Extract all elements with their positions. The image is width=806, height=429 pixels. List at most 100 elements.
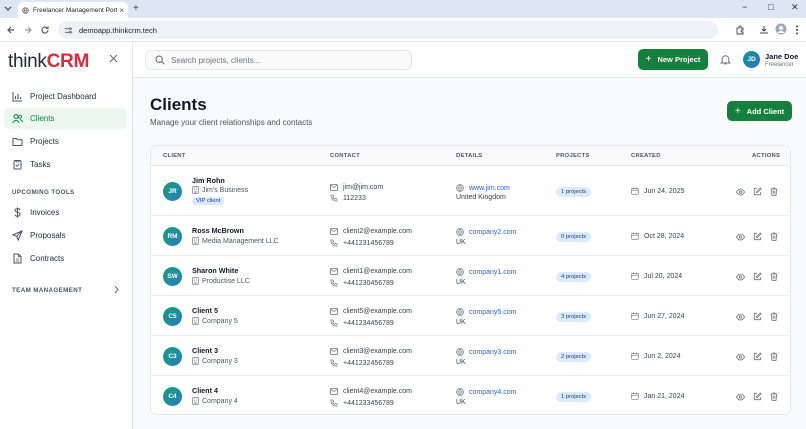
delete-icon[interactable]: [770, 232, 778, 241]
client-avatar[interactable]: JR: [163, 182, 182, 201]
client-website[interactable]: www.jim.com: [456, 184, 510, 192]
bar-chart-icon: [12, 91, 23, 102]
company-name: Media Management LLC: [202, 237, 279, 245]
extensions-icon[interactable]: [735, 25, 745, 35]
view-icon[interactable]: [736, 393, 745, 401]
client-website[interactable]: company5.com: [456, 308, 516, 316]
view-icon[interactable]: [736, 353, 745, 361]
reload-icon[interactable]: [40, 25, 50, 35]
delete-icon[interactable]: [770, 187, 778, 196]
client-avatar[interactable]: C3: [163, 347, 182, 366]
close-window-icon[interactable]: ✕: [791, 2, 799, 13]
sidebar-item-tasks[interactable]: Tasks: [4, 154, 127, 175]
website-link[interactable]: www.jim.com: [469, 185, 510, 192]
browser-tab[interactable]: Freelancer Management Portal ×: [18, 2, 128, 18]
delete-icon[interactable]: [770, 312, 778, 321]
client-name[interactable]: Client 3: [192, 346, 218, 355]
website-link[interactable]: company3.com: [469, 349, 516, 356]
sidebar-item-contracts[interactable]: Contracts: [4, 248, 127, 269]
view-icon[interactable]: [736, 273, 745, 281]
add-client-button[interactable]: + Add Client: [727, 101, 792, 121]
sidebar-item-proposals[interactable]: Proposals: [4, 225, 127, 246]
edit-icon[interactable]: [753, 232, 762, 241]
website-link[interactable]: company1.com: [469, 269, 516, 276]
created-date: Oct 28, 2024: [631, 232, 684, 240]
document-icon: [12, 253, 23, 264]
url-field[interactable]: demoapp.thinkcrm.tech: [58, 21, 718, 39]
clients-table: CLIENT CONTACT DETAILS PROJECTS CREATED …: [150, 145, 791, 415]
email-text: client1@example.com: [343, 268, 412, 275]
building-icon: [192, 397, 199, 405]
delete-icon[interactable]: [770, 352, 778, 361]
phone-icon: [330, 399, 338, 407]
client-name[interactable]: Jim Rohn: [192, 176, 225, 185]
minimize-icon[interactable]: −: [742, 2, 747, 12]
logo[interactable]: thinkCRM: [8, 51, 89, 73]
client-website[interactable]: company3.com: [456, 348, 516, 356]
projects-count-badge: 4 projects: [556, 272, 592, 282]
sidebar-item-clients[interactable]: Clients: [4, 108, 127, 129]
contact-email: jim@jim.com: [330, 184, 383, 191]
website-link[interactable]: company2.com: [469, 229, 516, 236]
table-row[interactable]: C3 Client 3 Company 3 client3@example.com +4…: [151, 336, 790, 376]
client-country: UK: [456, 239, 466, 246]
client-avatar[interactable]: C4: [163, 387, 182, 406]
browser-menu-icon[interactable]: [795, 25, 799, 35]
sidebar-item-project-dashboard[interactable]: Project Dashboard: [4, 86, 127, 107]
phone-icon: [330, 239, 338, 247]
company-name: Company 4: [202, 397, 238, 405]
section-title-team-management[interactable]: TEAM MANAGEMENT: [12, 287, 82, 294]
close-sidebar-icon[interactable]: [109, 54, 118, 63]
new-tab-icon[interactable]: +: [133, 3, 139, 14]
site-info-icon[interactable]: [64, 26, 73, 35]
tab-search-icon[interactable]: [3, 3, 17, 15]
edit-icon[interactable]: [753, 272, 762, 281]
client-name[interactable]: Sharon White: [192, 266, 238, 275]
client-name[interactable]: Client 4: [192, 386, 218, 395]
table-row[interactable]: JR Jim Rohn Jim's Business VIP client jim@ji…: [151, 167, 790, 216]
table-row[interactable]: RM Ross McBrown Media Management LLC client…: [151, 216, 790, 256]
created-text: Jun 2, 2024: [644, 352, 681, 360]
column-header-actions: ACTIONS: [752, 153, 781, 159]
created-date: Jun 27, 2024: [631, 312, 684, 320]
table-row[interactable]: SW Sharon White Productise LLC client1@exam…: [151, 256, 790, 296]
table-row[interactable]: C5 Client 5 Company 5 client5@example.com +4…: [151, 296, 790, 336]
edit-icon[interactable]: [753, 312, 762, 321]
tab-strip: Freelancer Management Portal × + − □ ✕: [0, 0, 806, 18]
delete-icon[interactable]: [770, 392, 778, 401]
maximize-icon[interactable]: □: [768, 2, 773, 12]
client-website[interactable]: company2.com: [456, 228, 516, 236]
edit-icon[interactable]: [753, 352, 762, 361]
website-link[interactable]: company4.com: [469, 389, 516, 396]
tab-close-icon[interactable]: ×: [119, 6, 124, 15]
forward-icon[interactable]: [23, 25, 33, 35]
user-avatar[interactable]: JD: [743, 51, 760, 68]
sidebar-item-invoices[interactable]: Invoices: [4, 202, 127, 223]
client-name[interactable]: Client 5: [192, 306, 218, 315]
search-box[interactable]: [145, 50, 412, 70]
view-icon[interactable]: [736, 233, 745, 241]
client-name[interactable]: Ross McBrown: [192, 226, 244, 235]
profile-icon[interactable]: [775, 23, 787, 35]
client-avatar[interactable]: RM: [163, 227, 182, 246]
building-icon: [192, 186, 199, 194]
table-row[interactable]: C4 Client 4 Company 4 client4@example.com +4…: [151, 376, 790, 414]
chevron-right-icon[interactable]: [113, 285, 120, 294]
client-website[interactable]: company4.com: [456, 388, 516, 396]
new-project-button[interactable]: + New Project: [638, 49, 708, 70]
edit-icon[interactable]: [753, 392, 762, 401]
search-input[interactable]: [171, 55, 401, 65]
sidebar-item-projects[interactable]: Projects: [4, 131, 127, 152]
download-icon[interactable]: [759, 25, 769, 35]
client-avatar[interactable]: C5: [163, 307, 182, 326]
bell-icon[interactable]: [720, 54, 731, 65]
client-company: Company 3: [192, 357, 238, 365]
back-icon[interactable]: [6, 25, 16, 35]
edit-icon[interactable]: [753, 187, 762, 196]
delete-icon[interactable]: [770, 272, 778, 281]
client-avatar[interactable]: SW: [163, 267, 182, 286]
client-website[interactable]: company1.com: [456, 268, 516, 276]
website-link[interactable]: company5.com: [469, 309, 516, 316]
view-icon[interactable]: [736, 188, 745, 196]
view-icon[interactable]: [736, 313, 745, 321]
